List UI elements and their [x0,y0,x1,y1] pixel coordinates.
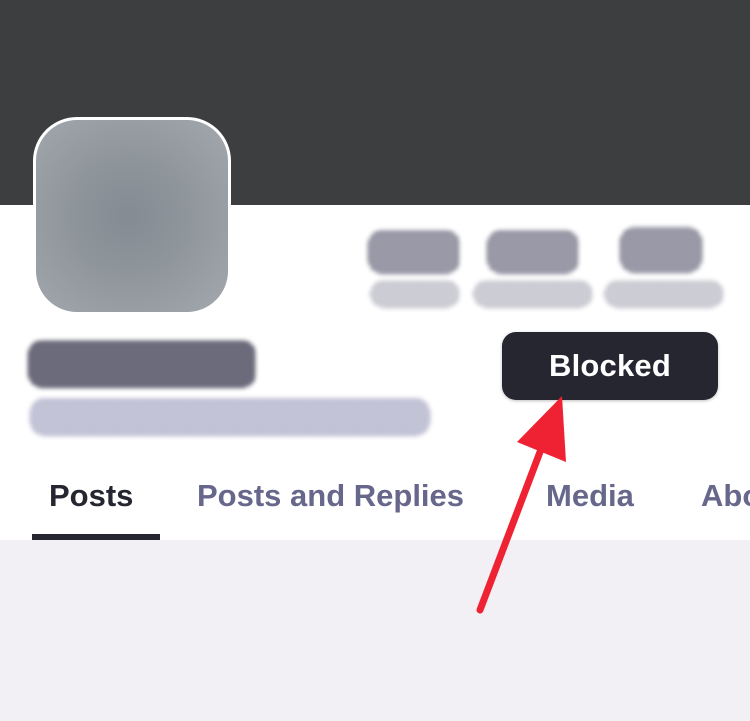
display-name-redacted [28,340,256,388]
stat-followers-count-redacted [368,230,460,274]
tab-media[interactable]: Media [546,478,634,514]
tab-posts[interactable]: Posts [49,478,133,514]
blocked-button[interactable]: Blocked [502,332,718,400]
blocked-button-label: Blocked [549,348,671,383]
avatar[interactable] [33,117,231,315]
stat-posts-label-redacted [604,280,724,308]
stat-followers-label-redacted [370,280,460,308]
handle-redacted [30,398,430,436]
tab-about[interactable]: About [701,478,750,514]
stat-following-label-redacted [473,280,593,308]
stat-following-count-redacted [487,230,579,274]
stat-posts-count-redacted [620,227,702,273]
active-tab-indicator [32,534,160,540]
tab-posts-and-replies[interactable]: Posts and Replies [197,478,464,514]
profile-tabs: Posts Posts and Replies Media About [0,460,750,540]
